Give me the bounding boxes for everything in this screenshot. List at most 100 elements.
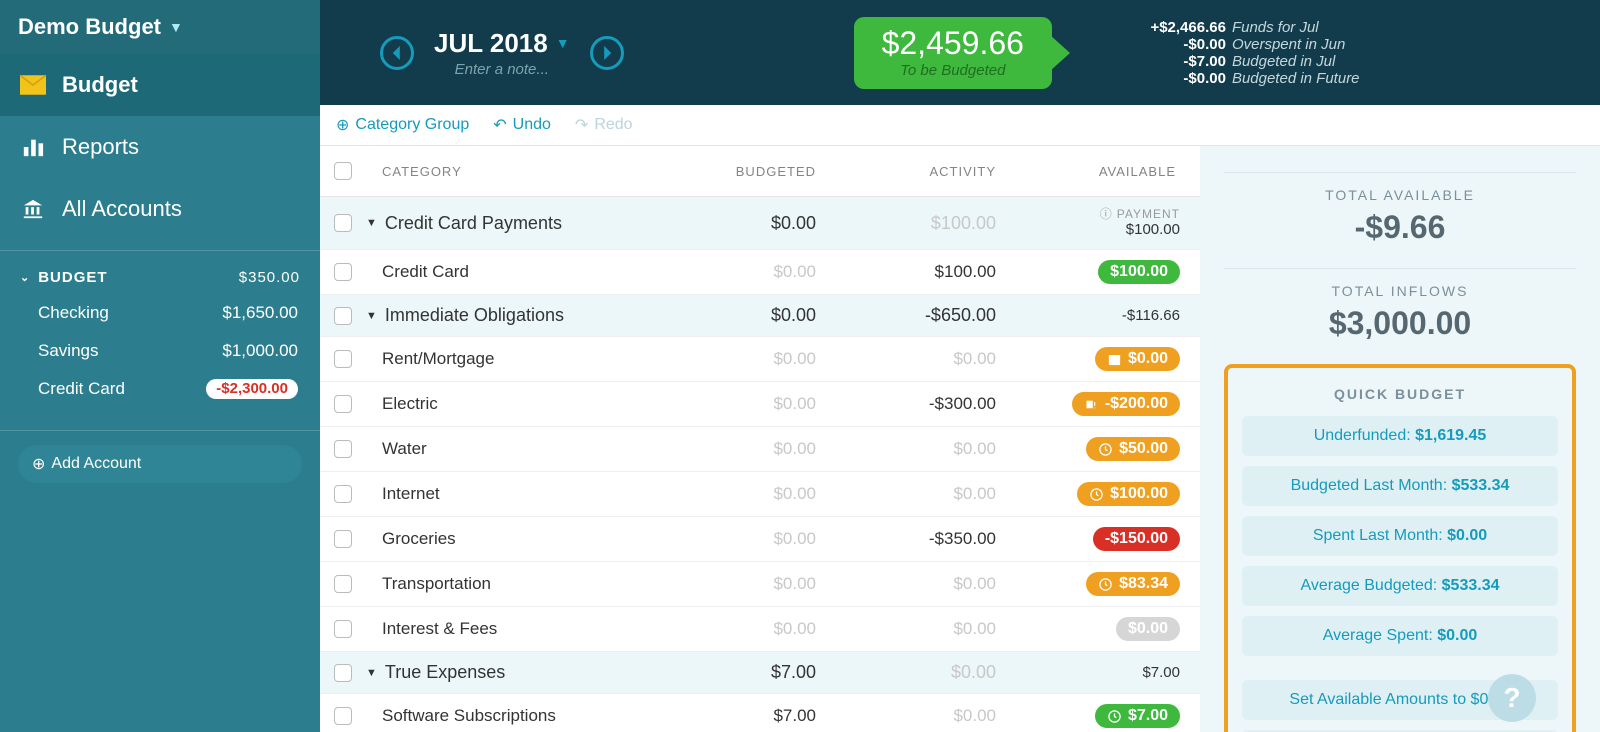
available-cell[interactable]: $7.00 bbox=[1008, 704, 1188, 728]
row-checkbox[interactable] bbox=[334, 575, 352, 593]
category-row[interactable]: Interest & Fees$0.00$0.00$0.00 bbox=[320, 607, 1200, 652]
account-item[interactable]: Savings$1,000.00 bbox=[18, 332, 302, 370]
summary-value: -$7.00 bbox=[1122, 53, 1226, 70]
available-cell[interactable]: $7.00 bbox=[1008, 664, 1188, 682]
quick-budget-button[interactable]: Average Budgeted: $533.34 bbox=[1242, 566, 1558, 606]
available-cell[interactable]: ⓘ PAYMENT$100.00 bbox=[1008, 207, 1188, 239]
nav-reports[interactable]: Reports bbox=[0, 116, 320, 178]
row-checkbox[interactable] bbox=[334, 350, 352, 368]
row-checkbox[interactable] bbox=[334, 664, 352, 682]
to-be-budgeted[interactable]: $2,459.66 To be Budgeted bbox=[854, 17, 1052, 89]
help-button[interactable]: ? bbox=[1488, 674, 1536, 722]
select-all-checkbox[interactable] bbox=[334, 162, 352, 180]
budgeted-cell[interactable]: $0.00 bbox=[648, 262, 828, 282]
available-cell[interactable]: $100.00 bbox=[1008, 260, 1188, 284]
available-pill[interactable]: $100.00 bbox=[1098, 260, 1180, 284]
nav-budget[interactable]: Budget bbox=[0, 54, 320, 116]
available-pill[interactable]: $83.34 bbox=[1086, 572, 1180, 596]
quick-budget-button[interactable]: Budgeted Last Month: $533.34 bbox=[1242, 466, 1558, 506]
budgeted-cell[interactable]: $0.00 bbox=[648, 305, 828, 326]
available-pill[interactable]: $100.00 bbox=[1077, 482, 1180, 506]
budgeted-cell[interactable]: $0.00 bbox=[648, 213, 828, 234]
activity-cell[interactable]: $0.00 bbox=[828, 439, 1008, 459]
activity-cell[interactable]: -$650.00 bbox=[828, 305, 1008, 326]
row-checkbox[interactable] bbox=[334, 707, 352, 725]
month-selector[interactable]: JUL 2018 ▼ bbox=[434, 28, 570, 59]
category-group-row[interactable]: ▼True Expenses$7.00$0.00$7.00 bbox=[320, 652, 1200, 694]
available-cell[interactable]: $0.00 bbox=[1008, 347, 1188, 371]
row-checkbox[interactable] bbox=[334, 440, 352, 458]
month-note-input[interactable]: Enter a note... bbox=[434, 61, 570, 78]
quick-budget-button[interactable]: Underfunded: $1,619.45 bbox=[1242, 416, 1558, 456]
budgeted-cell[interactable]: $7.00 bbox=[648, 706, 828, 726]
category-row[interactable]: Electric$0.00-$300.00-$200.00 bbox=[320, 382, 1200, 427]
activity-cell[interactable]: $0.00 bbox=[828, 662, 1008, 683]
available-pill[interactable]: $50.00 bbox=[1086, 437, 1180, 461]
row-checkbox[interactable] bbox=[334, 307, 352, 325]
available-cell[interactable]: $83.34 bbox=[1008, 572, 1188, 596]
available-cell[interactable]: $50.00 bbox=[1008, 437, 1188, 461]
next-month-button[interactable] bbox=[590, 36, 624, 70]
budgeted-cell[interactable]: $0.00 bbox=[648, 394, 828, 414]
activity-cell[interactable]: $0.00 bbox=[828, 574, 1008, 594]
collapse-icon[interactable]: ▼ bbox=[366, 310, 377, 322]
category-row[interactable]: Internet$0.00$0.00$100.00 bbox=[320, 472, 1200, 517]
category-row[interactable]: Water$0.00$0.00$50.00 bbox=[320, 427, 1200, 472]
category-row[interactable]: Credit Card$0.00$100.00$100.00 bbox=[320, 250, 1200, 295]
row-checkbox[interactable] bbox=[334, 530, 352, 548]
quick-budget-button[interactable]: Spent Last Month: $0.00 bbox=[1242, 516, 1558, 556]
budgeted-cell[interactable]: $0.00 bbox=[648, 529, 828, 549]
available-cell[interactable]: $100.00 bbox=[1008, 482, 1188, 506]
available-cell[interactable]: $0.00 bbox=[1008, 617, 1188, 641]
activity-cell[interactable]: -$350.00 bbox=[828, 529, 1008, 549]
row-checkbox[interactable] bbox=[334, 395, 352, 413]
category-group-row[interactable]: ▼Immediate Obligations$0.00-$650.00-$116… bbox=[320, 295, 1200, 337]
budget-selector[interactable]: Demo Budget ▼ bbox=[0, 0, 320, 54]
prev-month-button[interactable] bbox=[380, 36, 414, 70]
available-pill[interactable]: $0.00 bbox=[1116, 617, 1180, 641]
budgeted-cell[interactable]: $7.00 bbox=[648, 662, 828, 683]
account-item[interactable]: Checking$1,650.00 bbox=[18, 294, 302, 332]
budgeted-cell[interactable]: $0.00 bbox=[648, 574, 828, 594]
quick-budget-button[interactable]: Average Spent: $0.00 bbox=[1242, 616, 1558, 656]
category-group-row[interactable]: ▼Credit Card Payments$0.00$100.00ⓘ PAYME… bbox=[320, 197, 1200, 250]
quick-budget-amount: $1,619.45 bbox=[1415, 427, 1486, 444]
nav-all-accounts[interactable]: All Accounts bbox=[0, 178, 320, 240]
available-pill[interactable]: -$150.00 bbox=[1093, 527, 1180, 551]
available-cell[interactable]: -$150.00 bbox=[1008, 527, 1188, 551]
category-name: Groceries bbox=[382, 529, 456, 549]
activity-cell[interactable]: -$300.00 bbox=[828, 394, 1008, 414]
budgeted-cell[interactable]: $0.00 bbox=[648, 439, 828, 459]
accounts-group-header[interactable]: ⌄ BUDGET $350.00 bbox=[18, 261, 302, 294]
account-item[interactable]: Credit Card-$2,300.00 bbox=[18, 370, 302, 408]
budgeted-cell[interactable]: $0.00 bbox=[648, 349, 828, 369]
available-cell[interactable]: -$116.66 bbox=[1008, 307, 1188, 325]
activity-cell[interactable]: $0.00 bbox=[828, 484, 1008, 504]
row-checkbox[interactable] bbox=[334, 214, 352, 232]
activity-cell[interactable]: $100.00 bbox=[828, 262, 1008, 282]
row-checkbox[interactable] bbox=[334, 263, 352, 281]
add-account-button[interactable]: ⊕ Add Account bbox=[18, 445, 302, 483]
activity-cell[interactable]: $0.00 bbox=[828, 349, 1008, 369]
category-row[interactable]: Rent/Mortgage$0.00$0.00$0.00 bbox=[320, 337, 1200, 382]
activity-cell[interactable]: $100.00 bbox=[828, 213, 1008, 234]
collapse-icon[interactable]: ▼ bbox=[366, 667, 377, 679]
undo-button[interactable]: ↶ Undo bbox=[493, 115, 551, 135]
redo-button[interactable]: ↷ Redo bbox=[575, 115, 633, 135]
activity-cell[interactable]: $0.00 bbox=[828, 706, 1008, 726]
category-row[interactable]: Software Subscriptions$7.00$0.00$7.00 bbox=[320, 694, 1200, 732]
add-category-group-button[interactable]: ⊕ Category Group bbox=[336, 115, 469, 135]
category-row[interactable]: Groceries $0.00-$350.00 -$150.00 bbox=[320, 517, 1200, 562]
available-cell[interactable]: -$200.00 bbox=[1008, 392, 1188, 416]
budgeted-cell[interactable]: $0.00 bbox=[648, 619, 828, 639]
row-checkbox[interactable] bbox=[334, 485, 352, 503]
budgeted-cell[interactable]: $0.00 bbox=[648, 484, 828, 504]
available-pill[interactable]: $7.00 bbox=[1095, 704, 1180, 728]
available-pill[interactable]: -$200.00 bbox=[1072, 392, 1180, 416]
available-pill[interactable]: $0.00 bbox=[1095, 347, 1180, 371]
collapse-icon[interactable]: ▼ bbox=[366, 217, 377, 229]
undo-icon: ↶ bbox=[493, 115, 506, 135]
category-row[interactable]: Transportation$0.00$0.00$83.34 bbox=[320, 562, 1200, 607]
row-checkbox[interactable] bbox=[334, 620, 352, 638]
activity-cell[interactable]: $0.00 bbox=[828, 619, 1008, 639]
